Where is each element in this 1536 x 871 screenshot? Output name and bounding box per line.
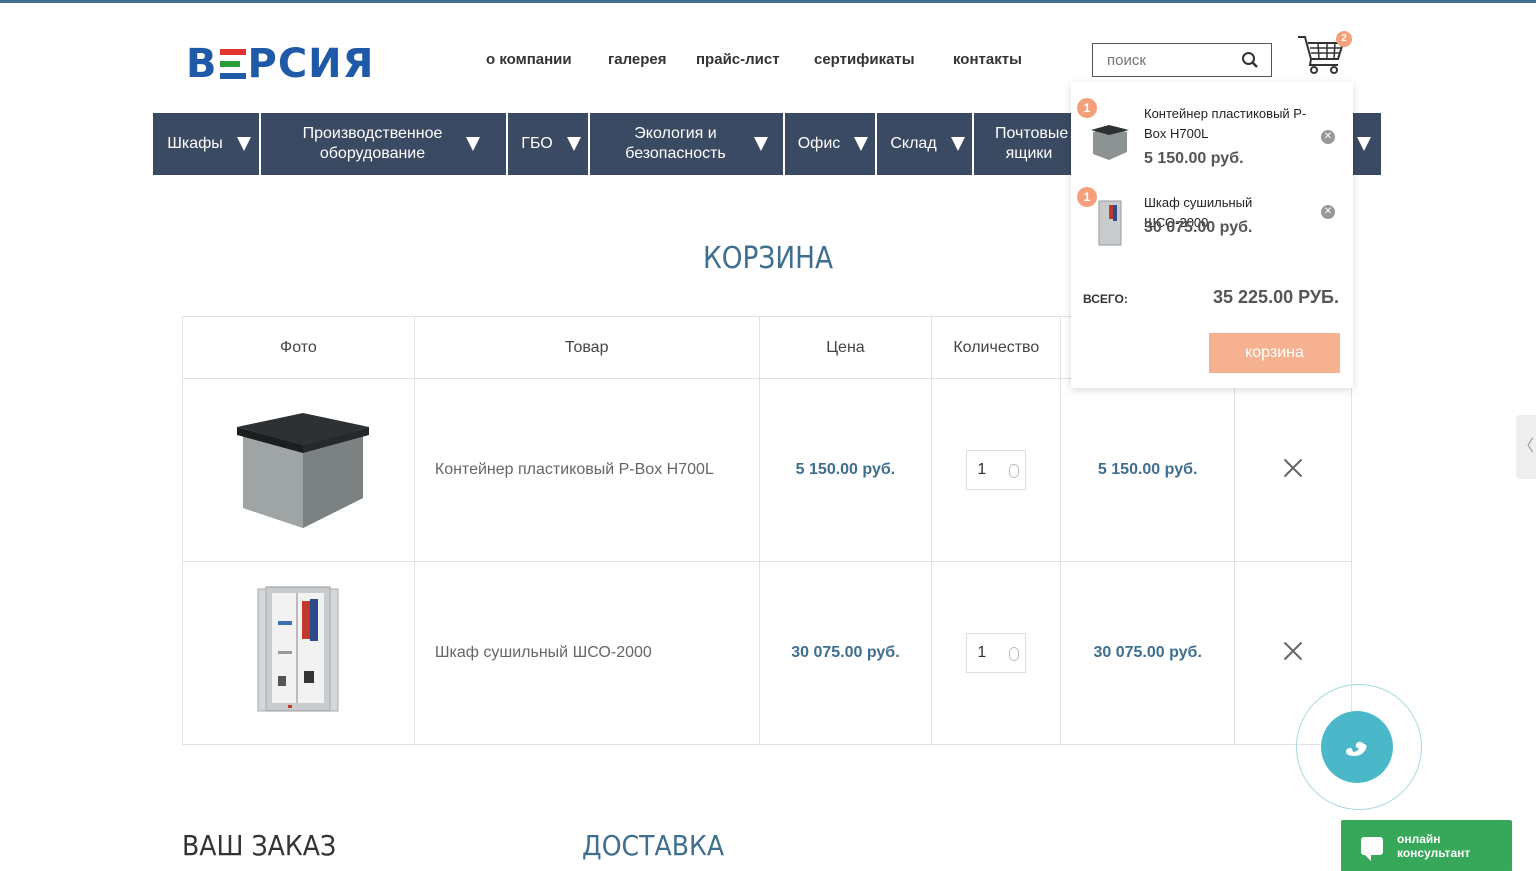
col-quantity: Количество (931, 316, 1062, 379)
go-to-cart-button[interactable]: корзина (1209, 333, 1340, 373)
col-product: Товар (413, 316, 760, 379)
category-label: Почтовые ящики (995, 125, 1069, 162)
category-ecology[interactable]: Экология и безопасность (590, 113, 785, 175)
container-image (237, 412, 370, 528)
category-cabinets[interactable]: Шкафы (153, 113, 261, 175)
mini-cart-item: 1 Шкаф сушильный ШСО-2000 30 075.00 руб.… (1071, 185, 1353, 265)
category-label: Экология и безопасность (625, 125, 726, 162)
product-sum: 30 075.00 руб. (1060, 561, 1236, 745)
category-label: Производственное оборудование (302, 125, 443, 162)
category-mailboxes[interactable]: Почтовые ящики (974, 113, 1084, 175)
close-icon[interactable] (1283, 641, 1303, 661)
product-sum: 5 150.00 руб. (1060, 378, 1236, 562)
nav-certificates[interactable]: сертификаты (814, 51, 953, 68)
nav-pricelist[interactable]: прайс-лист (696, 51, 814, 68)
quantity-cell (931, 378, 1062, 562)
dropdown-arrow-icon (1357, 137, 1371, 151)
close-icon[interactable]: ✕ (1321, 205, 1335, 219)
search-box (1092, 43, 1272, 77)
dropdown-arrow-icon (950, 137, 965, 151)
phone-icon (1346, 741, 1367, 756)
callback-button[interactable] (1321, 711, 1393, 783)
search-icon[interactable] (1241, 51, 1259, 69)
online-consultant-button[interactable]: онлайн консультант (1341, 820, 1512, 871)
col-price: Цена (758, 316, 933, 379)
product-name[interactable]: Контейнер пластиковый P-Box H700L (413, 378, 760, 562)
consultant-label: онлайн консультант (1397, 832, 1471, 860)
mini-cart-item: 1 Контейнер пластиковый P-Box H700L 5 15… (1071, 96, 1353, 176)
category-label: Шкафы (167, 135, 223, 152)
spinner-icon[interactable] (1009, 647, 1020, 661)
category-warehouse[interactable]: Склад (877, 113, 974, 175)
item-thumbnail[interactable] (1089, 199, 1129, 247)
category-label: Склад (890, 135, 937, 152)
logo[interactable]: В РСИЯ (186, 41, 374, 87)
item-price: 30 075.00 руб. (1144, 219, 1253, 236)
quantity-stepper[interactable] (966, 633, 1027, 673)
nav-contacts[interactable]: контакты (953, 51, 1043, 68)
logo-e-mark (219, 49, 246, 79)
item-qty-badge: 1 (1077, 98, 1097, 118)
item-price: 5 150.00 руб. (1144, 150, 1244, 167)
quantity-cell (931, 561, 1062, 745)
product-photo[interactable] (182, 561, 415, 745)
search-input[interactable] (1093, 51, 1233, 69)
item-name[interactable]: Контейнер пластиковый P-Box H700L (1144, 104, 1314, 144)
dropdown-arrow-icon (566, 137, 581, 151)
category-label: ГБО (521, 135, 553, 152)
quantity-input[interactable] (967, 461, 1008, 479)
product-price: 5 150.00 руб. (758, 378, 933, 562)
nav-gallery[interactable]: галерея (608, 51, 696, 68)
col-photo: Фото (182, 316, 415, 379)
product-price: 30 075.00 руб. (758, 561, 933, 745)
quantity-stepper[interactable] (966, 450, 1027, 490)
table-row: Шкаф сушильный ШСО-2000 30 075.00 руб. 3… (182, 561, 1352, 745)
close-icon[interactable]: ✕ (1321, 130, 1335, 144)
category-gbo[interactable]: ГБО (508, 113, 590, 175)
dropdown-arrow-icon (465, 137, 480, 151)
product-photo[interactable] (182, 378, 415, 562)
remove-cell (1234, 378, 1352, 562)
category-label: Офис (797, 135, 841, 152)
close-icon[interactable] (1283, 458, 1303, 478)
nav-about[interactable]: о компании (486, 51, 608, 68)
table-row: Контейнер пластиковый P-Box H700L 5 150.… (182, 378, 1352, 562)
item-thumbnail[interactable] (1089, 118, 1129, 166)
product-name[interactable]: Шкаф сушильный ШСО-2000 (413, 561, 760, 745)
section-delivery-heading: ДОСТАВКА (582, 829, 725, 862)
section-order-heading: ВАШ ЗАКАЗ (182, 829, 337, 862)
category-office[interactable]: Офис (785, 113, 877, 175)
top-nav: о компании галерея прайс-лист сертификат… (486, 51, 1043, 68)
chevron-left-icon[interactable]: 〈 (1516, 415, 1536, 479)
cart-count-badge: 2 (1336, 31, 1352, 47)
total-label: ВСЕГО: (1083, 292, 1128, 306)
dropdown-arrow-icon (236, 137, 251, 151)
mini-cart-dropdown: 1 Контейнер пластиковый P-Box H700L 5 15… (1071, 82, 1353, 388)
dropdown-arrow-icon (753, 137, 768, 151)
total-value: 35 225.00 РУБ. (1213, 287, 1339, 307)
dropdown-arrow-icon (854, 137, 869, 151)
logo-text-left: В (186, 41, 218, 87)
cabinet-image (257, 586, 339, 711)
category-industrial[interactable]: Производственное оборудование (261, 113, 508, 175)
logo-text-right: РСИЯ (247, 41, 375, 87)
quantity-input[interactable] (967, 644, 1008, 662)
spinner-icon[interactable] (1009, 464, 1020, 478)
chat-icon (1361, 837, 1383, 861)
